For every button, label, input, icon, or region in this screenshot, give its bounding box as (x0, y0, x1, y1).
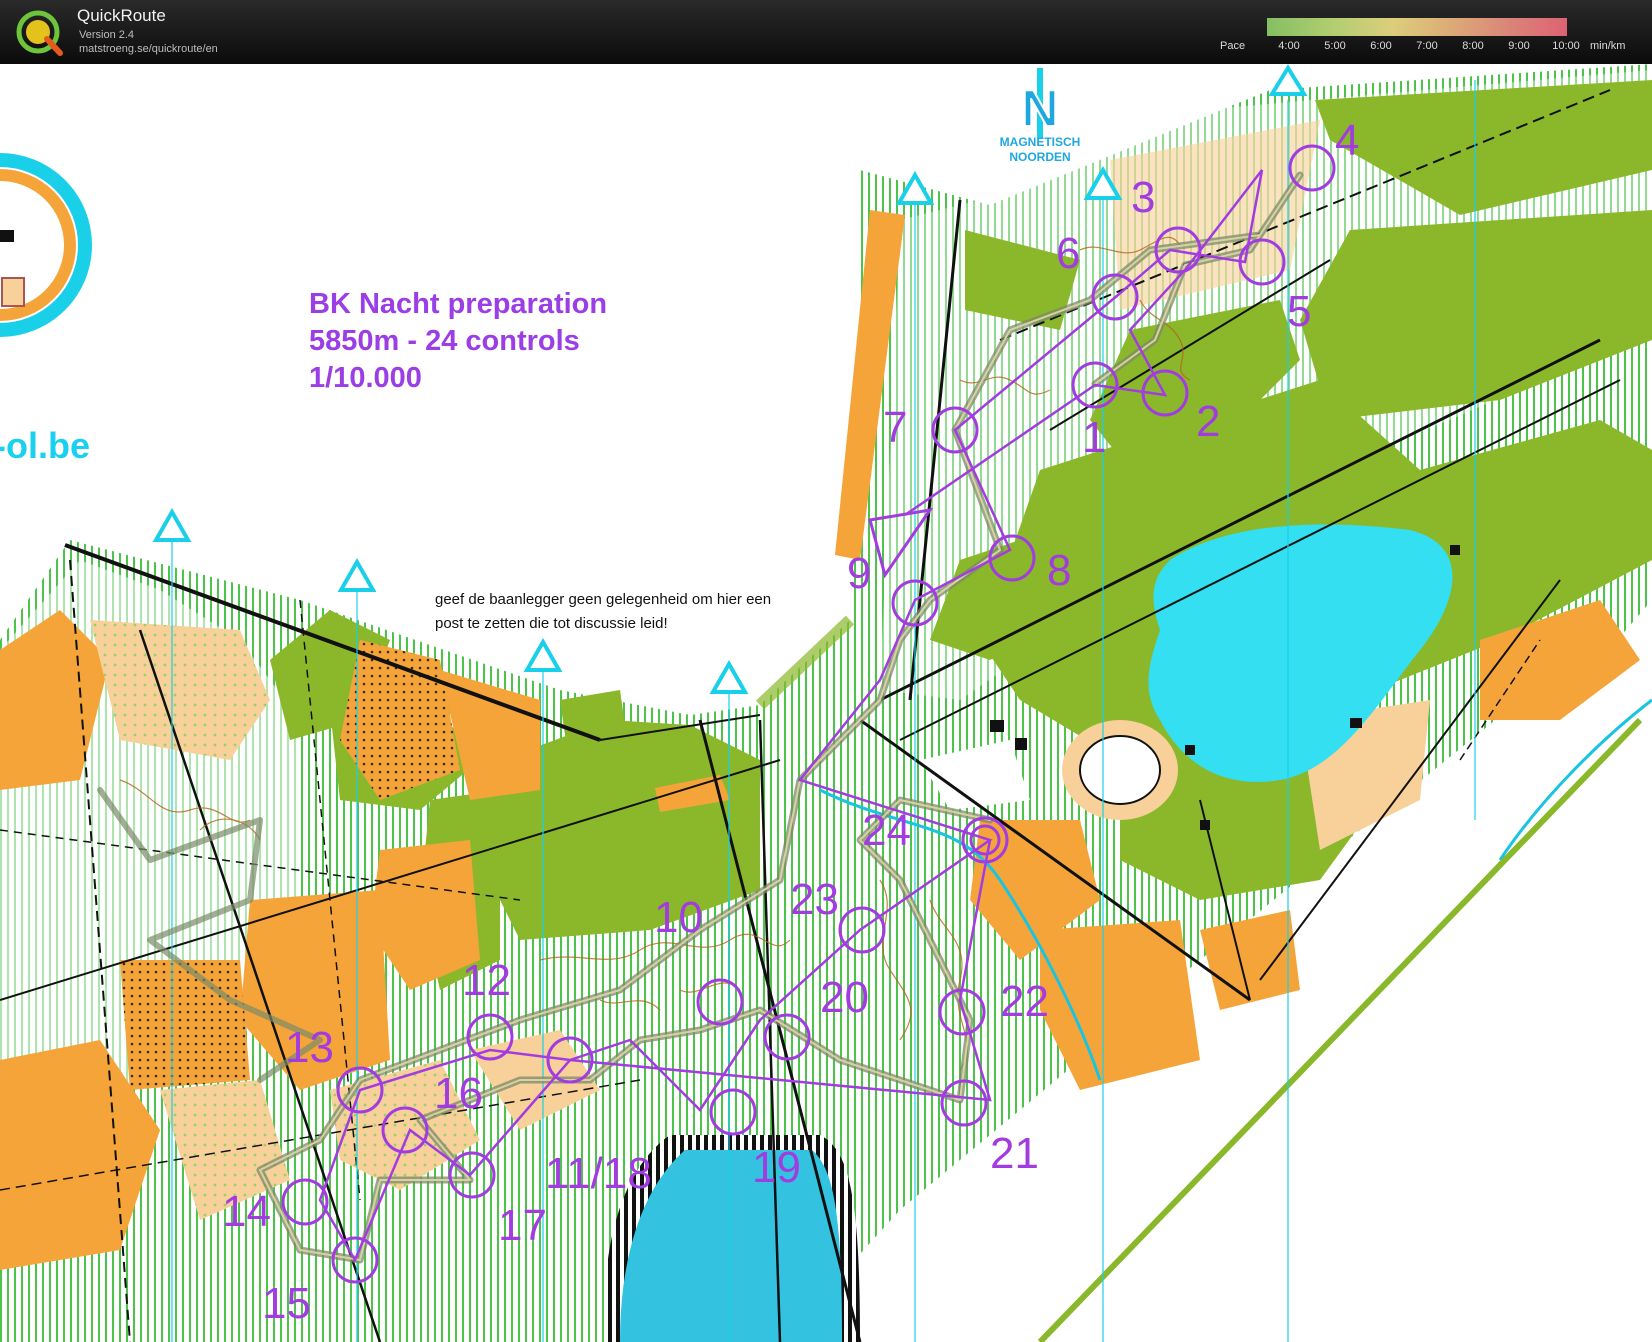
pace-tick: 10:00 (1552, 40, 1580, 52)
club-url: -ol.be (0, 425, 90, 466)
pace-unit: min/km (1590, 40, 1626, 52)
control-number-9: 9 (847, 549, 871, 598)
control-number-12: 12 (462, 956, 511, 1005)
control-number-20: 20 (820, 973, 869, 1022)
control-number-10: 10 (654, 893, 703, 942)
control-number-6: 6 (1056, 229, 1080, 278)
app-version: Version 2.4 (79, 29, 135, 41)
map-note-text: geef de baanlegger geen gelegenheid om h… (435, 591, 772, 632)
control-number-13: 13 (285, 1023, 334, 1072)
pace-label: Pace (1220, 40, 1246, 52)
control-number-21: 21 (990, 1129, 1039, 1178)
app-title: QuickRoute (77, 6, 166, 25)
map-title-line-3: 1/10.000 (309, 362, 422, 394)
map-terrain (0, 64, 1652, 1342)
magnetic-north-label: MAGNETISCH NOORDEN (999, 135, 1081, 164)
north-arrow-icon: N (1020, 68, 1060, 139)
control-number-3: 3 (1131, 173, 1155, 222)
map-title-line-2: 5850m - 24 controls (309, 325, 580, 357)
control-number-24: 24 (862, 806, 911, 855)
control-number-14: 14 (222, 1187, 271, 1236)
quickroute-logo-icon (16, 10, 63, 56)
pace-color-scale (1267, 18, 1567, 36)
control-number-1: 1 (1082, 413, 1106, 462)
control-number-15: 15 (262, 1279, 311, 1328)
control-number-4: 4 (1335, 116, 1359, 165)
pace-tick: 9:00 (1508, 40, 1530, 52)
control-number-2: 2 (1196, 397, 1220, 446)
top-bar: QuickRoute Version 2.4 matstroeng.se/qui… (0, 0, 1652, 64)
pace-tick: 6:00 (1370, 40, 1392, 52)
pace-tick: 8:00 (1462, 40, 1484, 52)
control-number-8: 8 (1047, 546, 1071, 595)
north-letter: N (1021, 80, 1059, 138)
control-number-17: 17 (498, 1201, 547, 1250)
pace-tick: 7:00 (1416, 40, 1438, 52)
pace-tick: 5:00 (1324, 40, 1346, 52)
orienteering-map[interactable]: 1 2 3 4 5 6 7 8 9 10 11/18 12 13 14 15 1… (0, 64, 1652, 1342)
control-number-22: 22 (1000, 977, 1049, 1026)
control-number-19: 19 (752, 1143, 801, 1192)
control-number-5: 5 (1287, 287, 1311, 336)
map-note: geef de baanlegger geen gelegenheid om h… (435, 588, 780, 636)
control-number-11-18: 11/18 (545, 1149, 652, 1198)
control-number-16: 16 (434, 1069, 483, 1118)
quickroute-viewer: QuickRoute Version 2.4 matstroeng.se/qui… (0, 0, 1652, 1342)
club-logo (0, 153, 92, 337)
control-number-7: 7 (883, 403, 907, 452)
control-number-23: 23 (790, 875, 839, 924)
map-title-line-1: BK Nacht preparation (309, 288, 608, 320)
app-url: matstroeng.se/quickroute/en (79, 43, 218, 55)
pace-tick: 4:00 (1278, 40, 1300, 52)
